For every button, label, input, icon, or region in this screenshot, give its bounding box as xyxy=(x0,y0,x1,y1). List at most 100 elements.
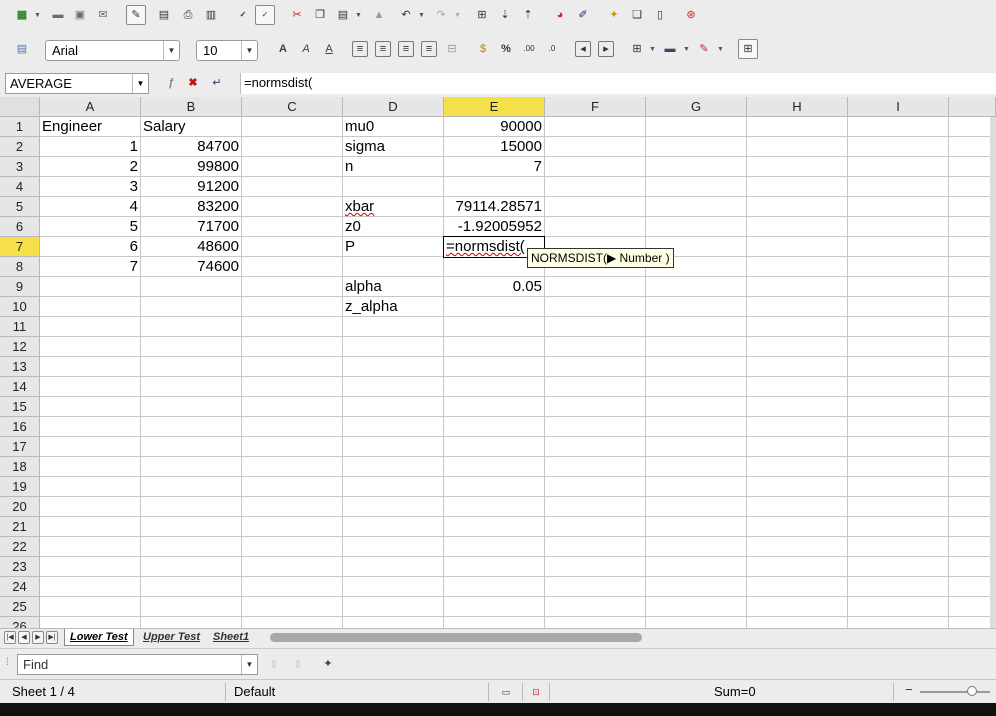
zoom-slider-handle[interactable] xyxy=(967,686,977,696)
column-header-i[interactable]: I xyxy=(848,97,949,117)
column-header-e[interactable]: E xyxy=(444,97,545,117)
column-header-b[interactable]: B xyxy=(141,97,242,117)
chevron-down-icon[interactable]: ▼ xyxy=(132,74,148,93)
align-right-icon[interactable]: ≡ xyxy=(398,41,414,57)
name-box[interactable]: AVERAGE ▼ xyxy=(5,73,149,94)
row-header[interactable]: 21 xyxy=(0,517,40,537)
row-header[interactable]: 14 xyxy=(0,377,40,397)
next-sheet-icon[interactable]: ▶ xyxy=(32,631,44,644)
justify-icon[interactable]: ≡ xyxy=(421,41,437,57)
cell-b1[interactable]: Salary xyxy=(141,117,241,137)
cell-e3[interactable]: 7 xyxy=(444,157,544,177)
vertical-scrollbar[interactable] xyxy=(990,117,996,628)
cell-b3[interactable]: 99800 xyxy=(141,157,241,177)
sheet-tab-upper-test[interactable]: Upper Test xyxy=(138,629,205,646)
cut-icon[interactable]: ✂ xyxy=(289,7,305,23)
column-header-a[interactable]: A xyxy=(40,97,141,117)
cell-d2[interactable]: sigma xyxy=(343,137,443,157)
undo-icon[interactable]: ↶ xyxy=(398,7,414,23)
sort-descending-icon[interactable]: ⇡ xyxy=(520,7,536,23)
standard-format-icon[interactable]: .00 xyxy=(521,41,537,57)
insert-mode-icon[interactable]: ▭ xyxy=(498,684,514,700)
row-header[interactable]: 8 xyxy=(0,257,40,277)
new-document-icon[interactable]: ▦ xyxy=(14,7,30,23)
page-style[interactable]: Default xyxy=(234,684,275,699)
help-icon[interactable]: ⊛ xyxy=(683,7,699,23)
cell-a7[interactable]: 6 xyxy=(40,237,140,257)
chevron-down-icon[interactable]: ▼ xyxy=(241,655,257,674)
paste-icon[interactable]: ▤ xyxy=(335,7,351,23)
save-icon[interactable]: ▣ xyxy=(72,7,88,23)
decrease-indent-icon[interactable]: ◂ xyxy=(575,41,591,57)
prev-sheet-icon[interactable]: ◀ xyxy=(18,631,30,644)
cell-d7[interactable]: P xyxy=(343,237,443,257)
bold-icon[interactable]: A xyxy=(275,41,291,57)
cell-a1[interactable]: Engineer xyxy=(40,117,140,137)
edit-mode-icon[interactable]: ✎ xyxy=(126,5,146,25)
cell-e9[interactable]: 0.05 xyxy=(444,277,544,297)
background-color-icon[interactable]: ▬ xyxy=(662,41,678,57)
export-pdf-icon[interactable]: ▤ xyxy=(156,7,172,23)
spellcheck-icon[interactable]: ✓ xyxy=(235,7,251,23)
italic-icon[interactable]: A xyxy=(298,41,314,57)
row-header[interactable]: 11 xyxy=(0,317,40,337)
row-header[interactable]: 24 xyxy=(0,577,40,597)
find-input[interactable]: Find ▼ xyxy=(17,654,258,675)
cell-b5[interactable]: 83200 xyxy=(141,197,241,217)
merge-cells-icon[interactable]: ⊟ xyxy=(444,41,460,57)
last-sheet-icon[interactable]: ▶| xyxy=(46,631,58,644)
column-header-g[interactable]: G xyxy=(646,97,747,117)
cell-a3[interactable]: 2 xyxy=(40,157,140,177)
cell-d6[interactable]: z0 xyxy=(343,217,443,237)
font-name-combo[interactable]: Arial ▼ xyxy=(45,40,180,61)
row-header[interactable]: 4 xyxy=(0,177,40,197)
cell-b4[interactable]: 91200 xyxy=(141,177,241,197)
zoom-out-icon[interactable]: − xyxy=(905,682,913,697)
undo-dropdown-icon[interactable]: ▼ xyxy=(418,12,425,19)
print-icon[interactable]: ⎙ xyxy=(180,7,196,23)
column-header-j[interactable] xyxy=(949,97,996,117)
percent-icon[interactable]: % xyxy=(498,41,514,57)
zoom-slider[interactable] xyxy=(920,691,990,693)
row-header[interactable]: 9 xyxy=(0,277,40,297)
sheet-tab-sheet1[interactable]: Sheet1 xyxy=(208,629,254,646)
row-header[interactable]: 26 xyxy=(0,617,40,628)
autospellcheck-icon[interactable]: ✓ xyxy=(255,5,275,25)
cell-a4[interactable]: 3 xyxy=(40,177,140,197)
cell-d5[interactable]: xbar xyxy=(343,197,443,217)
cell-b8[interactable]: 74600 xyxy=(141,257,241,277)
chevron-down-icon[interactable]: ▼ xyxy=(241,41,257,60)
cell-d1[interactable]: mu0 xyxy=(343,117,443,137)
paste-dropdown-icon[interactable]: ▼ xyxy=(355,12,362,19)
email-icon[interactable]: ✉ xyxy=(95,7,111,23)
cell-b6[interactable]: 71700 xyxy=(141,217,241,237)
cell-d3[interactable]: n xyxy=(343,157,443,177)
data-sources-icon[interactable]: ▯ xyxy=(652,7,668,23)
column-header-f[interactable]: F xyxy=(545,97,646,117)
first-sheet-icon[interactable]: |◀ xyxy=(4,631,16,644)
increase-indent-icon[interactable]: ▸ xyxy=(598,41,614,57)
styles-icon[interactable]: ▤ xyxy=(14,41,30,57)
formula-input[interactable]: =normsdist( xyxy=(240,73,996,94)
cell-e2[interactable]: 15000 xyxy=(444,137,544,157)
align-center-icon[interactable]: ≡ xyxy=(375,41,391,57)
row-header[interactable]: 10 xyxy=(0,297,40,317)
function-wizard-icon[interactable]: ƒ xyxy=(163,75,179,91)
row-header[interactable]: 20 xyxy=(0,497,40,517)
navigator-icon[interactable]: ✦ xyxy=(606,7,622,23)
font-color-icon[interactable]: ✎ xyxy=(696,41,712,57)
background-dropdown-icon[interactable]: ▼ xyxy=(683,46,690,53)
cell-b7[interactable]: 48600 xyxy=(141,237,241,257)
open-icon[interactable]: ▬ xyxy=(50,7,66,23)
gallery-icon[interactable]: ❏ xyxy=(629,7,645,23)
cell-e5[interactable]: 79114.28571 xyxy=(444,197,544,217)
spreadsheet-grid[interactable]: A B C D E F G H I 1 2 3 4 5 6 7 8 9 10 1… xyxy=(0,97,996,628)
cell-b2[interactable]: 84700 xyxy=(141,137,241,157)
row-header[interactable]: 1 xyxy=(0,117,40,137)
column-header-h[interactable]: H xyxy=(747,97,848,117)
row-header[interactable]: 17 xyxy=(0,437,40,457)
row-header[interactable]: 2 xyxy=(0,137,40,157)
print-preview-icon[interactable]: ▥ xyxy=(203,7,219,23)
column-header-c[interactable]: C xyxy=(242,97,343,117)
currency-icon[interactable]: $ xyxy=(475,41,491,57)
